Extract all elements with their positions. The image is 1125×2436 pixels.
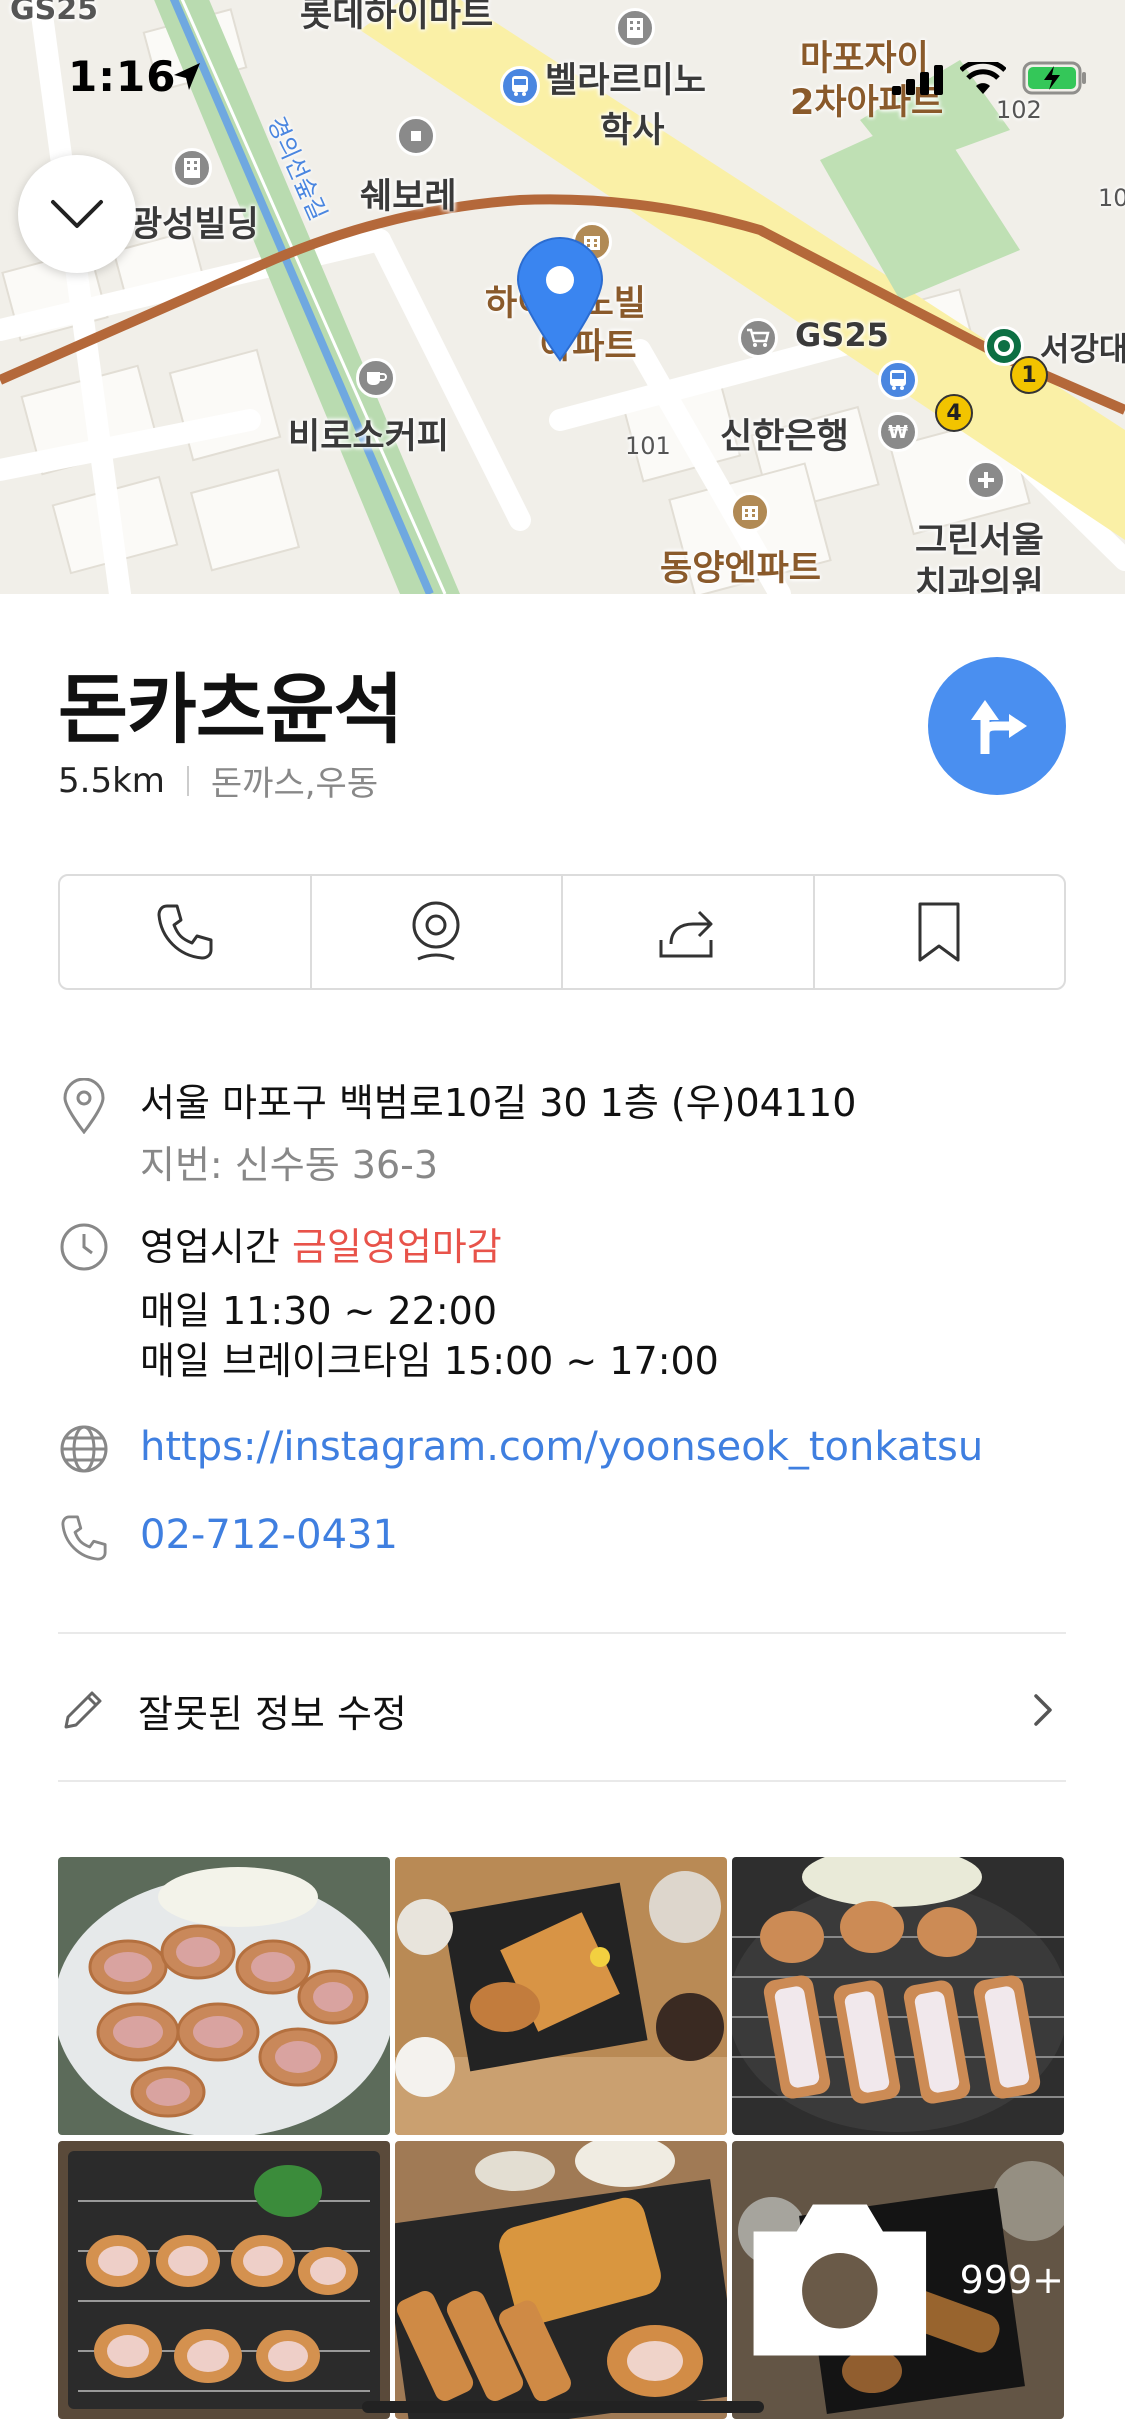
status-bar: 1:16 <box>0 0 1125 150</box>
divider-top <box>58 1632 1066 1634</box>
location-arrow-icon <box>174 63 200 90</box>
more-photos-count: 999+ <box>959 2258 1064 2302</box>
collapse-map-button[interactable] <box>18 155 136 273</box>
map-label-shinhan: 신한은행 <box>720 417 849 457</box>
photo-5[interactable] <box>395 2141 727 2419</box>
photo-grid: 999+ <box>58 1857 1066 2422</box>
map-label-10: 10 <box>1098 184 1125 212</box>
bookmark-icon <box>918 902 960 962</box>
hours-row[interactable]: 영업시간 금일영업마감 매일 11:30 ~ 22:00 매일 브레이크타임 1… <box>58 1222 719 1386</box>
directions-icon <box>971 700 1027 754</box>
place-name: 돈카츠윤석 <box>58 665 404 754</box>
food-photo-icon <box>58 2141 390 2419</box>
website-row: https://instagram.com/yoonseok_tonkatsu <box>58 1424 983 1474</box>
phone-link[interactable]: 02-712-0431 <box>140 1512 398 1564</box>
location-pin-icon <box>63 1078 105 1134</box>
food-photo-icon <box>395 1857 727 2135</box>
bank-icon[interactable]: ₩ <box>878 412 918 452</box>
food-photo-icon <box>732 1857 1064 2135</box>
lot-address-text: 지번: 신수동 36-3 <box>140 1143 439 1187</box>
map-label-showboree: 쉐보레 <box>360 177 457 217</box>
address-row: 서울 마포구 백범로10길 30 1층 (우)04110 지번: 신수동 36-… <box>58 1078 856 1190</box>
map-view[interactable]: GS25 롯데하이마트 벨라르미노 학사 마포자이 2차아파트 광성빌딩 쉐보레… <box>0 0 1125 594</box>
subway-line-1-icon[interactable]: 1 <box>1010 356 1048 394</box>
cafe-icon[interactable] <box>356 358 396 398</box>
map-label-biro-coffee: 비로소커피 <box>288 417 450 457</box>
hours-break: 매일 브레이크타임 15:00 ~ 17:00 <box>140 1339 719 1383</box>
edit-info-label: 잘못된 정보 수정 <box>138 1691 407 1736</box>
website-link[interactable]: https://instagram.com/yoonseok_tonkatsu <box>140 1424 983 1474</box>
bus-stop-icon-2[interactable] <box>878 360 918 400</box>
pencil-icon <box>64 1691 102 1729</box>
divider-bottom <box>58 1780 1066 1782</box>
map-label-sogang: 서강대 <box>1040 330 1125 368</box>
action-bar <box>58 874 1066 990</box>
food-photo-icon <box>58 1857 390 2135</box>
globe-icon <box>60 1425 108 1473</box>
office-building-icon[interactable] <box>172 148 212 188</box>
camera-icon <box>753 2204 927 2356</box>
photo-more[interactable]: 999+ <box>732 2141 1064 2419</box>
meta-divider <box>186 765 189 796</box>
phone-icon <box>157 904 213 960</box>
map-label-101: 101 <box>625 432 671 460</box>
status-time: 1:16 <box>68 52 177 101</box>
hours-label: 영업시간 <box>140 1225 280 1269</box>
food-photo-icon <box>395 2141 727 2419</box>
roadview-button[interactable] <box>312 876 563 988</box>
hospital-icon[interactable] <box>966 460 1006 500</box>
map-label-dongyang: 동양엔파트 <box>660 549 822 589</box>
place-meta: 5.5km 돈까스,우동 <box>58 756 378 805</box>
directions-button[interactable] <box>928 657 1066 795</box>
photo-2[interactable] <box>395 1857 727 2135</box>
photo-3[interactable] <box>732 1857 1064 2135</box>
phone-icon-small <box>61 1515 107 1561</box>
share-button[interactable] <box>563 876 815 988</box>
place-category: 돈까스,우동 <box>210 764 379 804</box>
svg-text:₩: ₩ <box>888 423 908 441</box>
cellular-signal-icon <box>892 65 943 95</box>
more-photos-overlay[interactable]: 999+ <box>732 2141 1064 2419</box>
clock-icon <box>60 1223 108 1271</box>
chevron-down-icon <box>51 200 103 228</box>
photo-1[interactable] <box>58 1857 390 2135</box>
place-distance: 5.5km <box>58 760 165 801</box>
map-label-dental: 치과의원 <box>915 565 1044 594</box>
edit-info-row[interactable]: 잘못된 정보 수정 <box>58 1636 1066 1784</box>
address-text[interactable]: 서울 마포구 백범로10길 30 1층 (우)04110 <box>140 1078 856 1128</box>
place-marker-icon[interactable] <box>514 236 606 364</box>
roadview-icon <box>412 901 460 961</box>
subway-line-4-icon[interactable]: 4 <box>935 394 973 432</box>
hours-daily: 매일 11:30 ~ 22:00 <box>140 1289 498 1333</box>
save-button[interactable] <box>815 876 1065 988</box>
photo-4[interactable] <box>58 2141 390 2419</box>
share-icon <box>659 910 713 958</box>
apartment-icon[interactable] <box>730 492 770 532</box>
phone-row: 02-712-0431 <box>58 1512 398 1564</box>
call-button[interactable] <box>60 876 312 988</box>
map-label-building: 광성빌딩 <box>130 205 259 245</box>
home-indicator[interactable] <box>362 2401 764 2413</box>
map-label-gs25: GS25 <box>795 316 889 354</box>
battery-charging-icon <box>1022 61 1086 95</box>
wifi-icon <box>960 62 1006 94</box>
convenience-store-icon[interactable] <box>738 318 778 358</box>
hours-status: 금일영업마감 <box>291 1225 502 1269</box>
chevron-right-icon <box>1034 1694 1052 1726</box>
